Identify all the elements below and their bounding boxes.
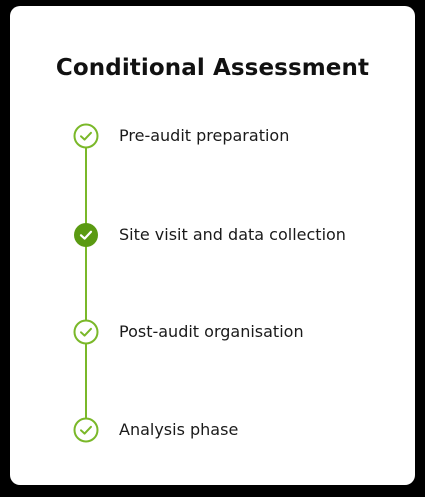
progress-timeline: Pre-audit preparation Site visit and dat… [10, 6, 415, 485]
timeline-step-post-audit[interactable]: Post-audit organisation [73, 319, 304, 345]
timeline-step-analysis[interactable]: Analysis phase [73, 417, 238, 443]
timeline-step-pre-audit[interactable]: Pre-audit preparation [73, 123, 289, 149]
step-label: Site visit and data collection [119, 225, 346, 244]
check-circle-outline-icon [73, 123, 99, 149]
step-label: Analysis phase [119, 420, 239, 439]
check-circle-filled-icon [74, 223, 98, 247]
check-circle-outline-icon [73, 319, 99, 345]
step-label: Post-audit organisation [119, 322, 304, 341]
check-circle-outline-icon [73, 417, 99, 443]
timeline-step-site-visit[interactable]: Site visit and data collection [73, 222, 346, 248]
assessment-card: Conditional Assessment Pre-audit prepara… [10, 6, 415, 485]
step-label: Pre-audit preparation [119, 126, 290, 145]
timeline-connector [85, 146, 87, 429]
